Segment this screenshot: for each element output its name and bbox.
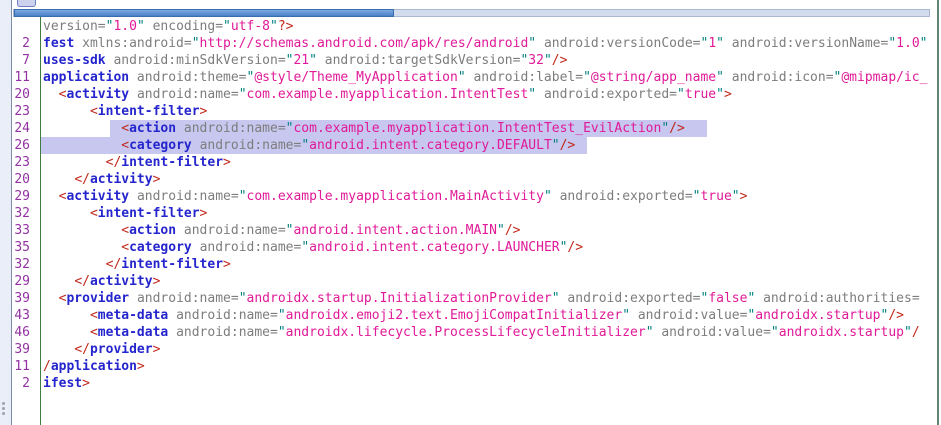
code-line[interactable]: 32 <intent-filter> — [13, 205, 937, 222]
code-text: <intent-filter> — [40, 103, 937, 120]
code-text: ifest> — [40, 375, 937, 392]
horizontal-scrollbar-thumb[interactable] — [14, 9, 394, 17]
line-number: 7 — [13, 52, 40, 69]
code-text: fest xmlns:android="http://schemas.andro… — [40, 35, 937, 52]
line-number: 29 — [13, 273, 40, 290]
code-text: <category android:name="android.intent.c… — [40, 137, 937, 154]
code-text: <provider android:name="androidx.startup… — [40, 290, 937, 307]
code-lines: version="1.0" encoding="utf-8"?>2fest xm… — [13, 18, 937, 392]
line-number: 20 — [13, 171, 40, 188]
line-number: 11 — [13, 69, 40, 86]
line-number: 29 — [13, 188, 40, 205]
code-text: <meta-data android:name="androidx.lifecy… — [40, 324, 937, 341]
code-text: <activity android:name="com.example.myap… — [40, 188, 937, 205]
code-line[interactable]: 24 <action android:name="com.example.mya… — [13, 120, 937, 137]
line-number: 20 — [13, 86, 40, 103]
line-number: 23 — [13, 154, 40, 171]
code-text: <meta-data android:name="androidx.emoji2… — [40, 307, 937, 324]
code-line[interactable]: 20 <activity android:name="com.example.m… — [13, 86, 937, 103]
code-text: </activity> — [40, 171, 937, 188]
code-text: </provider> — [40, 341, 937, 358]
code-line[interactable]: 11application android:theme="@style/Them… — [13, 69, 937, 86]
line-number: 33 — [13, 222, 40, 239]
code-line[interactable]: 23 </intent-filter> — [13, 154, 937, 171]
code-line[interactable]: 39 <provider android:name="androidx.star… — [13, 290, 937, 307]
code-text: <intent-filter> — [40, 205, 937, 222]
line-number: 39 — [13, 290, 40, 307]
code-text: </intent-filter> — [40, 256, 937, 273]
left-tool-strip — [0, 0, 12, 425]
line-number: 39 — [13, 341, 40, 358]
code-line[interactable]: 29 </activity> — [13, 273, 937, 290]
xml-code-editor[interactable]: version="1.0" encoding="utf-8"?>2fest xm… — [13, 18, 937, 418]
code-text: <category android:name="android.intent.c… — [40, 239, 937, 256]
code-line[interactable]: 2fest xmlns:android="http://schemas.andr… — [13, 35, 937, 52]
code-line[interactable]: 26 <category android:name="android.inten… — [13, 137, 937, 154]
line-number: 35 — [13, 239, 40, 256]
line-number: 24 — [13, 120, 40, 137]
line-number: 43 — [13, 307, 40, 324]
line-number: 23 — [13, 103, 40, 120]
line-number: 46 — [13, 324, 40, 341]
line-number: 26 — [13, 137, 40, 154]
code-text: </activity> — [40, 273, 937, 290]
code-line[interactable]: 23 <intent-filter> — [13, 103, 937, 120]
line-number: 2 — [13, 375, 40, 392]
code-line[interactable]: 2ifest> — [13, 375, 937, 392]
code-line[interactable]: 11/application> — [13, 358, 937, 375]
line-number: 32 — [13, 205, 40, 222]
top-partial-button[interactable] — [17, 0, 36, 7]
code-line[interactable]: 7uses-sdk android:minSdkVersion="21" and… — [13, 52, 937, 69]
code-line[interactable]: version="1.0" encoding="utf-8"?> — [13, 18, 937, 35]
code-line[interactable]: 46 <meta-data android:name="androidx.lif… — [13, 324, 937, 341]
code-text: <action android:name="com.example.myappl… — [40, 120, 937, 137]
code-text: uses-sdk android:minSdkVersion="21" andr… — [40, 52, 937, 69]
line-number: 32 — [13, 256, 40, 273]
horizontal-scrollbar[interactable] — [13, 9, 930, 17]
code-line[interactable]: 33 <action android:name="android.intent.… — [13, 222, 937, 239]
line-number: 11 — [13, 358, 40, 375]
code-line[interactable]: 39 </provider> — [13, 341, 937, 358]
editor-right-border — [937, 0, 939, 425]
code-text: /application> — [40, 358, 937, 375]
code-line[interactable]: 35 <category android:name="android.inten… — [13, 239, 937, 256]
code-text: <activity android:name="com.example.myap… — [40, 86, 937, 103]
code-line[interactable]: 29 <activity android:name="com.example.m… — [13, 188, 937, 205]
code-text: application android:theme="@style/Theme_… — [40, 69, 937, 86]
resize-grip-icon[interactable] — [2, 400, 8, 416]
code-text: version="1.0" encoding="utf-8"?> — [40, 18, 937, 35]
code-line[interactable]: 43 <meta-data android:name="androidx.emo… — [13, 307, 937, 324]
code-text: <action android:name="android.intent.act… — [40, 222, 937, 239]
code-line[interactable]: 20 </activity> — [13, 171, 937, 188]
code-text: </intent-filter> — [40, 154, 937, 171]
line-number: 2 — [13, 35, 40, 52]
code-line[interactable]: 32 </intent-filter> — [13, 256, 937, 273]
